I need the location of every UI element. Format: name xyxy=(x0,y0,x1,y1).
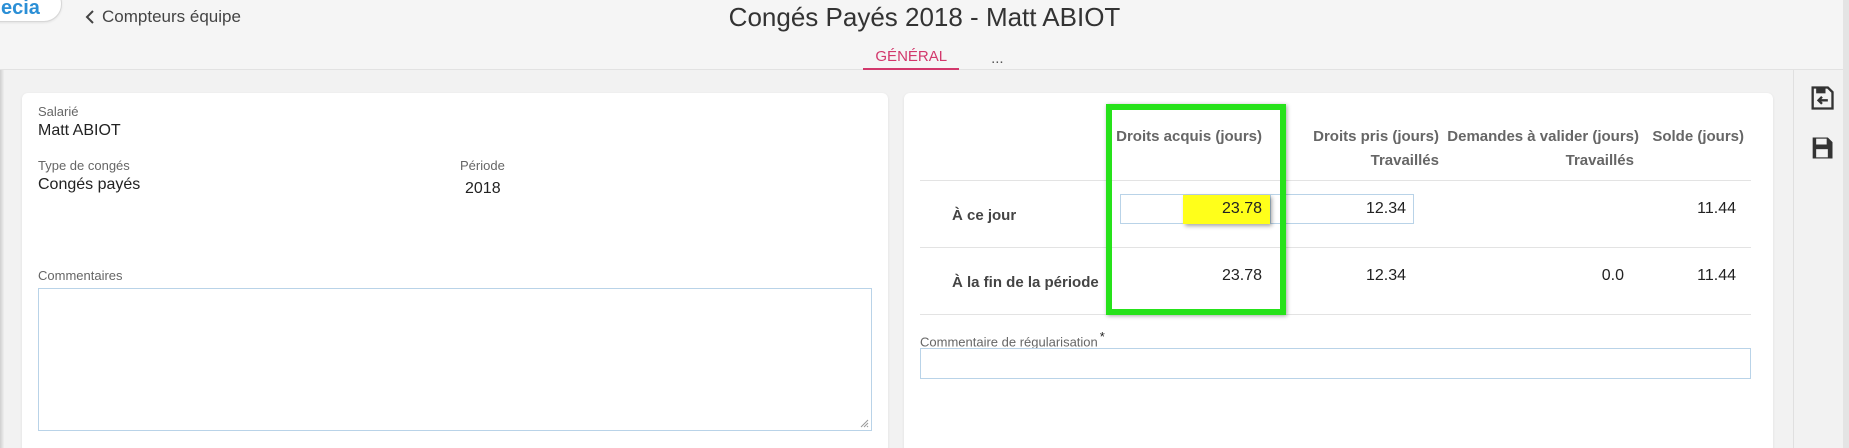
save-icon[interactable] xyxy=(1808,134,1836,162)
regularisation-input[interactable] xyxy=(920,348,1751,379)
commentaires-textarea[interactable] xyxy=(38,288,872,431)
top-bar: ecia Compteurs équipe Congés Payés 2018 … xyxy=(0,0,1849,70)
header-droits-acquis: Droits acquis (jours) xyxy=(1116,128,1262,145)
tab-more[interactable]: ... xyxy=(979,46,1016,70)
header-droits-pris-sub: Travaillés xyxy=(1370,152,1439,169)
type-conges-value: Congés payés xyxy=(38,176,141,193)
tab-general[interactable]: GÉNÉRAL xyxy=(863,46,960,70)
commentaires-label: Commentaires xyxy=(38,268,123,283)
save-back-icon[interactable] xyxy=(1808,84,1836,112)
page-scrollbar[interactable] xyxy=(1843,0,1849,448)
page-title: Congés Payés 2018 - Matt ABIOT xyxy=(728,2,1121,32)
acquis-value-fin-periode: 23.78 xyxy=(1221,267,1262,284)
salarie-label: Salarié xyxy=(38,104,79,119)
periode-value: 2018 xyxy=(465,180,501,197)
salarie-value: Matt ABIOT xyxy=(38,122,121,139)
periode-label: Période xyxy=(460,158,505,173)
row-label-ce-jour: À ce jour xyxy=(952,207,1017,224)
counters-card: Droits acquis (jours) Droits pris (jours… xyxy=(904,93,1773,448)
header-droits-pris: Droits pris (jours) xyxy=(1313,128,1439,145)
row-label-fin-periode: À la fin de la période xyxy=(952,274,1099,291)
solde-value-ce-jour: 11.44 xyxy=(1697,200,1736,217)
regularisation-label: Commentaire de régularisation * xyxy=(920,329,1105,349)
table-divider xyxy=(920,247,1751,248)
table-divider xyxy=(920,314,1751,315)
type-conges-label: Type de congés xyxy=(38,158,130,173)
resize-grip-icon[interactable] xyxy=(859,418,869,428)
demandes-value-fin-periode: 0.0 xyxy=(1601,267,1624,284)
left-panel-edge xyxy=(0,70,4,448)
general-info-card: Salarié Matt ABIOT Type de congés Congés… xyxy=(22,93,888,448)
acquis-value-ce-jour[interactable]: 23.78 xyxy=(1183,195,1270,224)
action-sidebar xyxy=(1793,70,1849,448)
tab-bar: GÉNÉRAL ... xyxy=(0,46,1849,70)
solde-value-fin-periode: 11.44 xyxy=(1697,267,1736,284)
header-solde: Solde (jours) xyxy=(1652,128,1744,145)
table-divider xyxy=(920,180,1751,181)
required-asterisk: * xyxy=(1099,329,1105,344)
header-demandes: Demandes à valider (jours) xyxy=(1447,128,1639,145)
header-demandes-sub: Travaillés xyxy=(1565,152,1634,169)
pris-value-fin-periode: 12.34 xyxy=(1365,267,1406,284)
pris-value-ce-jour: 12.34 xyxy=(1365,200,1406,217)
